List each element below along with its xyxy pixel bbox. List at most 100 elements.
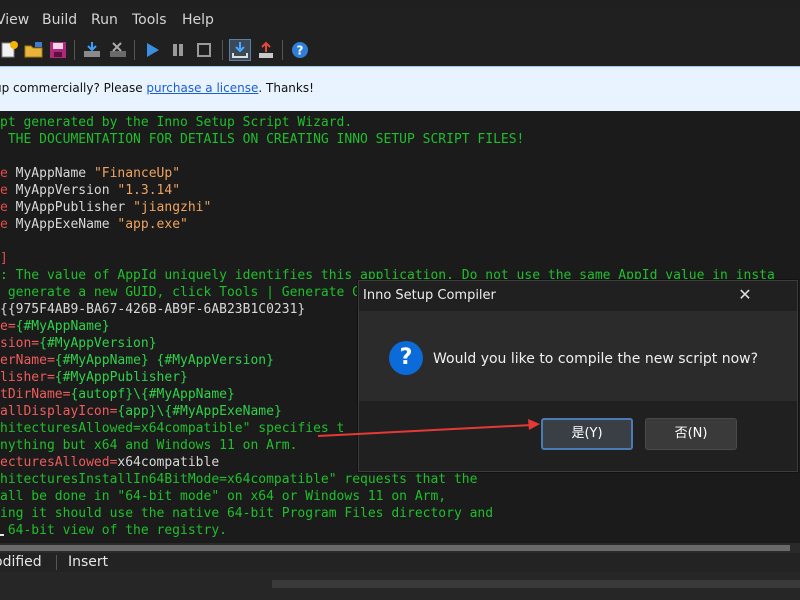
code-token: e [0, 200, 16, 215]
code-token: e= [0, 319, 16, 334]
compile-icon[interactable] [82, 40, 102, 60]
svg-text:?: ? [297, 44, 304, 58]
code-line: 64-bit view of the registry. [0, 522, 227, 539]
code-line: nything but x64 and Windows 11 on Arm. [0, 437, 297, 454]
code-line: THE DOCUMENTATION FOR DETAILS ON CREATIN… [0, 131, 525, 148]
menu-view[interactable]: View [0, 12, 29, 28]
run-icon[interactable] [142, 40, 162, 60]
scrollbar-thumb[interactable] [0, 545, 790, 551]
code-token: tDirName= [0, 387, 71, 402]
code-line: pt generated by the Inno Setup Script Wi… [0, 114, 352, 131]
code-line: e={#MyAppName} [0, 318, 110, 335]
code-token: {autopf}\{#MyAppName} [70, 387, 235, 402]
code-line: e MyAppVersion "1.3.14" [0, 182, 180, 199]
code-token: MyAppName [15, 166, 94, 181]
code-token: sion= [0, 336, 40, 351]
banner-prefix: up commercially? Please [0, 81, 147, 95]
toolbar-separator [282, 40, 283, 60]
compile-dialog: Inno Setup Compiler ✕ ? Would you like t… [358, 280, 798, 472]
code-token: e [0, 183, 16, 198]
dialog-title-bar: Inno Setup Compiler ✕ [359, 281, 797, 311]
code-token: "1.3.14" [117, 183, 181, 198]
status-insert-mode: Insert [68, 554, 109, 570]
code-token: MyAppExeName [15, 217, 118, 232]
code-line: ] [0, 250, 8, 267]
status-divider [56, 555, 57, 570]
code-token: hitecturesInstallIn64BitMode=x64compatib… [0, 472, 478, 487]
background-window [0, 572, 800, 600]
toolbar-separator [134, 40, 135, 60]
code-line: lisher={#MyAppPublisher} [0, 369, 188, 386]
code-token: MyAppVersion [15, 183, 118, 198]
code-line: ecturesAllowed=x64compatible [0, 454, 219, 471]
horizontal-scrollbar[interactable] [0, 543, 800, 553]
code-line: generate a new GUID, click Tools | Gener… [0, 284, 384, 301]
code-token: e [0, 217, 16, 232]
upload-icon[interactable] [256, 40, 276, 60]
help-icon[interactable]: ? [290, 40, 310, 60]
code-token: ] [0, 251, 8, 266]
code-token: all be done in "64-bit mode" on x64 or W… [0, 489, 447, 504]
code-token: ing it should use the native 64-bit Prog… [0, 506, 494, 521]
code-line: hitecturesAllowed=x64compatible" specifi… [0, 420, 344, 437]
code-token: {{975F4AB9-BA67-426B-AB9F-6AB23B1C0231} [0, 302, 306, 317]
code-token: {#MyAppPublisher} [54, 370, 188, 385]
code-token: e [0, 166, 16, 181]
question-glyph: ? [399, 345, 413, 370]
dialog-message: Would you like to compile the new script… [433, 351, 759, 367]
download-icon[interactable] [229, 39, 251, 61]
code-line: ing it should use the native 64-bit Prog… [0, 505, 493, 522]
code-token: {app}\{#MyAppExeName} [117, 404, 282, 419]
toolbar: ? [0, 34, 800, 66]
license-banner: up commercially? Please purchase a licen… [0, 66, 800, 112]
menu-tools[interactable]: Tools [132, 12, 167, 28]
code-token: ecturesAllowed= [0, 455, 118, 470]
code-token: erName= [0, 353, 55, 368]
code-token: generate a new GUID, click Tools | Gener… [0, 285, 384, 300]
code-line: tDirName={autopf}\{#MyAppName} [0, 386, 235, 403]
code-token: hitecturesAllowed=x64compatible" specifi… [0, 421, 345, 436]
stop-compile-icon[interactable] [108, 40, 128, 60]
code-line: sion={#MyAppVersion} [0, 335, 157, 352]
new-file-icon[interactable] [0, 40, 20, 60]
banner-message: up commercially? Please purchase a licen… [0, 81, 314, 95]
toolbar-separator [74, 40, 75, 60]
toolbar-separator [222, 40, 223, 60]
code-line: e MyAppName "FinanceUp" [0, 165, 180, 182]
code-token: {#MyAppName} [15, 319, 110, 334]
code-line: all be done in "64-bit mode" on x64 or W… [0, 488, 446, 505]
editor-caret [0, 534, 4, 536]
stop-icon[interactable] [194, 40, 214, 60]
code-token: pt generated by the Inno Setup Script Wi… [0, 115, 353, 130]
code-line: {{975F4AB9-BA67-426B-AB9F-6AB23B1C0231} [0, 301, 305, 318]
status-bar: odified Insert [0, 553, 800, 572]
code-line: erName={#MyAppName} {#MyAppVersion} [0, 352, 274, 369]
title-bar [0, 0, 800, 8]
code-line: e MyAppPublisher "jiangzhi" [0, 199, 211, 216]
open-folder-icon[interactable] [24, 40, 44, 60]
menu-bar: View Build Run Tools Help [0, 8, 800, 34]
code-line: e MyAppExeName "app.exe" [0, 216, 188, 233]
code-token: allDisplayIcon= [0, 404, 118, 419]
code-token: lisher= [0, 370, 55, 385]
code-token: MyAppPublisher [15, 200, 134, 215]
menu-help[interactable]: Help [182, 12, 214, 28]
close-icon[interactable]: ✕ [735, 284, 755, 306]
code-token: x64compatible [117, 455, 220, 470]
code-token: {#MyAppVersion} [39, 336, 157, 351]
banner-suffix: . Thanks! [258, 81, 314, 95]
save-icon[interactable] [48, 40, 68, 60]
code-token: THE DOCUMENTATION FOR DETAILS ON CREATIN… [0, 132, 525, 147]
yes-button[interactable]: 是(Y) [541, 418, 633, 450]
code-token: "app.exe" [117, 217, 188, 232]
background-panel [272, 580, 800, 588]
code-token: 64-bit view of the registry. [0, 523, 227, 538]
purchase-license-link[interactable]: purchase a license [146, 81, 258, 95]
dialog-title: Inno Setup Compiler [363, 288, 496, 303]
no-button[interactable]: 否(N) [645, 418, 737, 450]
menu-build[interactable]: Build [42, 12, 77, 28]
pause-icon[interactable] [168, 40, 188, 60]
menu-run[interactable]: Run [91, 12, 118, 28]
status-modified: odified [0, 554, 42, 570]
code-token: {#MyAppName} {#MyAppVersion} [54, 353, 274, 368]
